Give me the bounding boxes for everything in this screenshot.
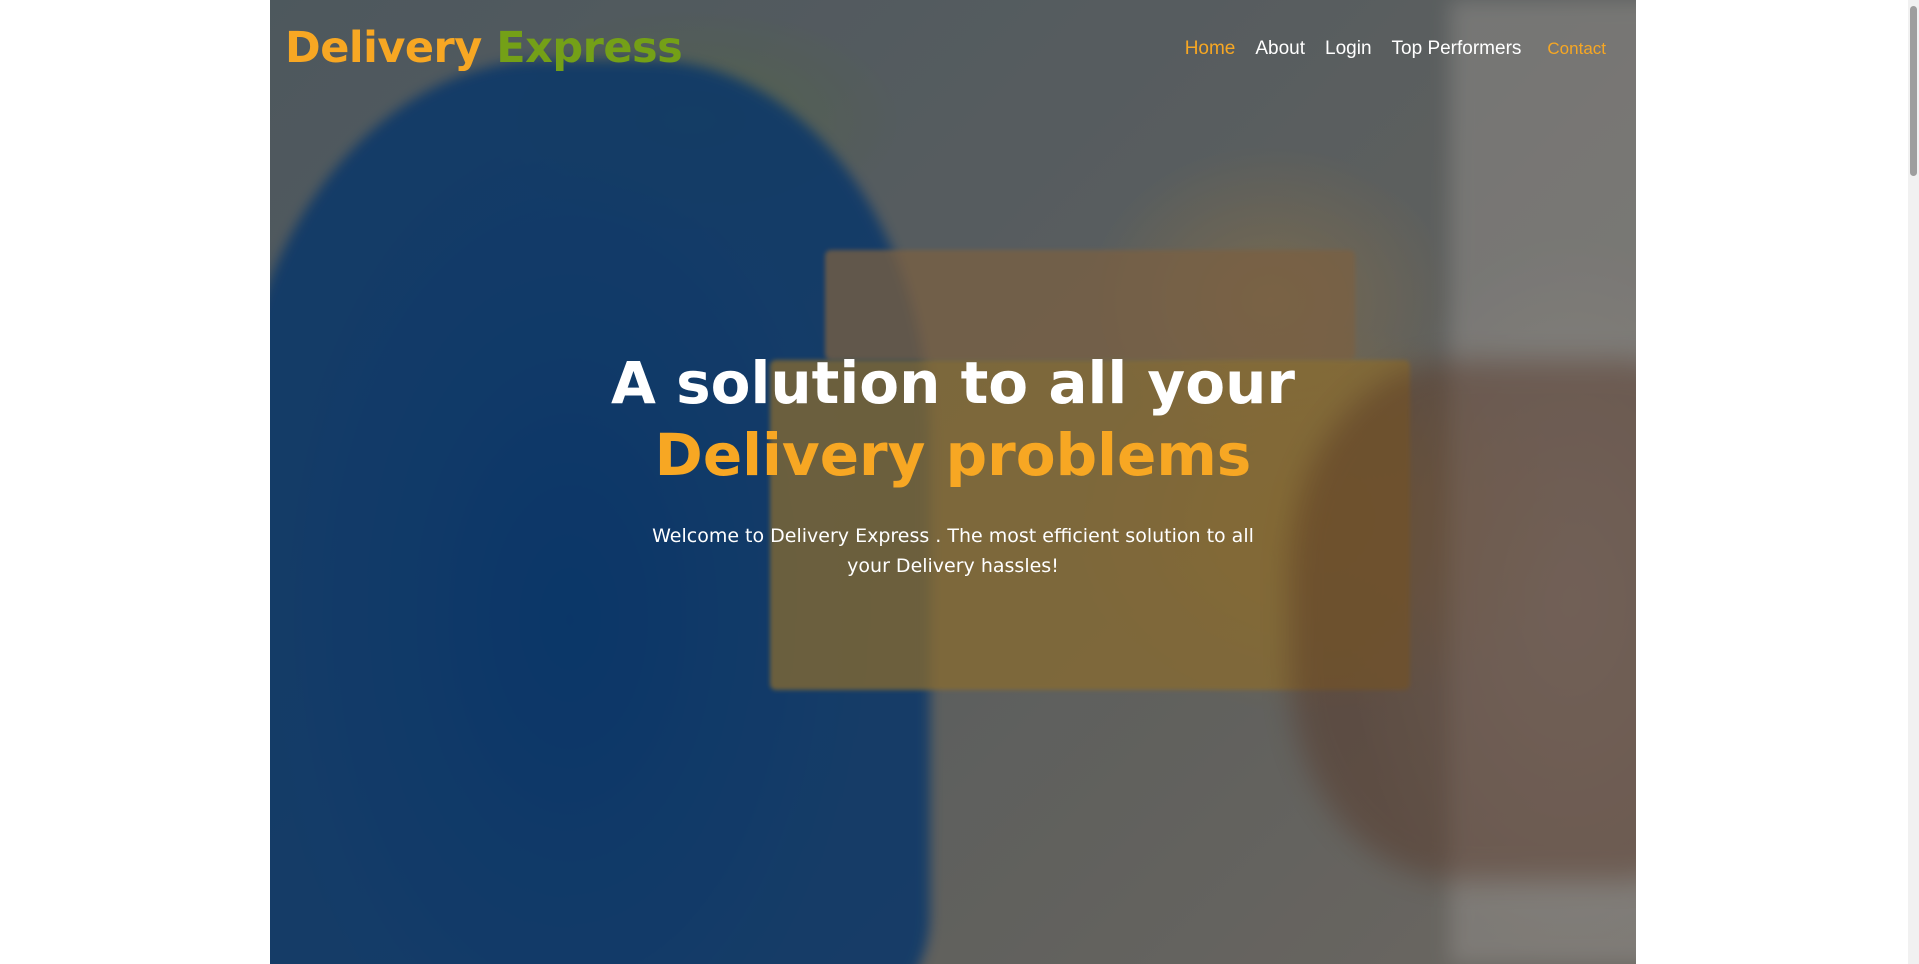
brand-word-express: Express	[496, 23, 683, 73]
nav-home-link[interactable]: Home	[1185, 38, 1236, 60]
scrollbar-thumb[interactable]	[1910, 6, 1917, 176]
nav-login-link[interactable]: Login	[1325, 38, 1372, 60]
page-scrollbar[interactable]	[1908, 0, 1919, 964]
hero-tagline: Welcome to Delivery Express . The most e…	[652, 525, 1254, 577]
hero-section: Delivery Express Home About Login Top Pe…	[270, 0, 1636, 964]
hero-headline-line1: A solution to all your	[611, 349, 1295, 417]
main-nav: Home About Login Top Performers Contact	[1165, 38, 1606, 60]
brand-word-delivery: Delivery	[285, 23, 482, 73]
brand-logo[interactable]: Delivery Express	[285, 20, 683, 76]
nav-contact-link[interactable]: Contact	[1547, 39, 1606, 59]
hero-headline-line2: Delivery problems	[654, 421, 1252, 489]
nav-top-performers-link[interactable]: Top Performers	[1392, 38, 1522, 60]
nav-about-link[interactable]: About	[1255, 38, 1305, 60]
hero-headline: A solution to all your Delivery problems	[270, 347, 1636, 491]
